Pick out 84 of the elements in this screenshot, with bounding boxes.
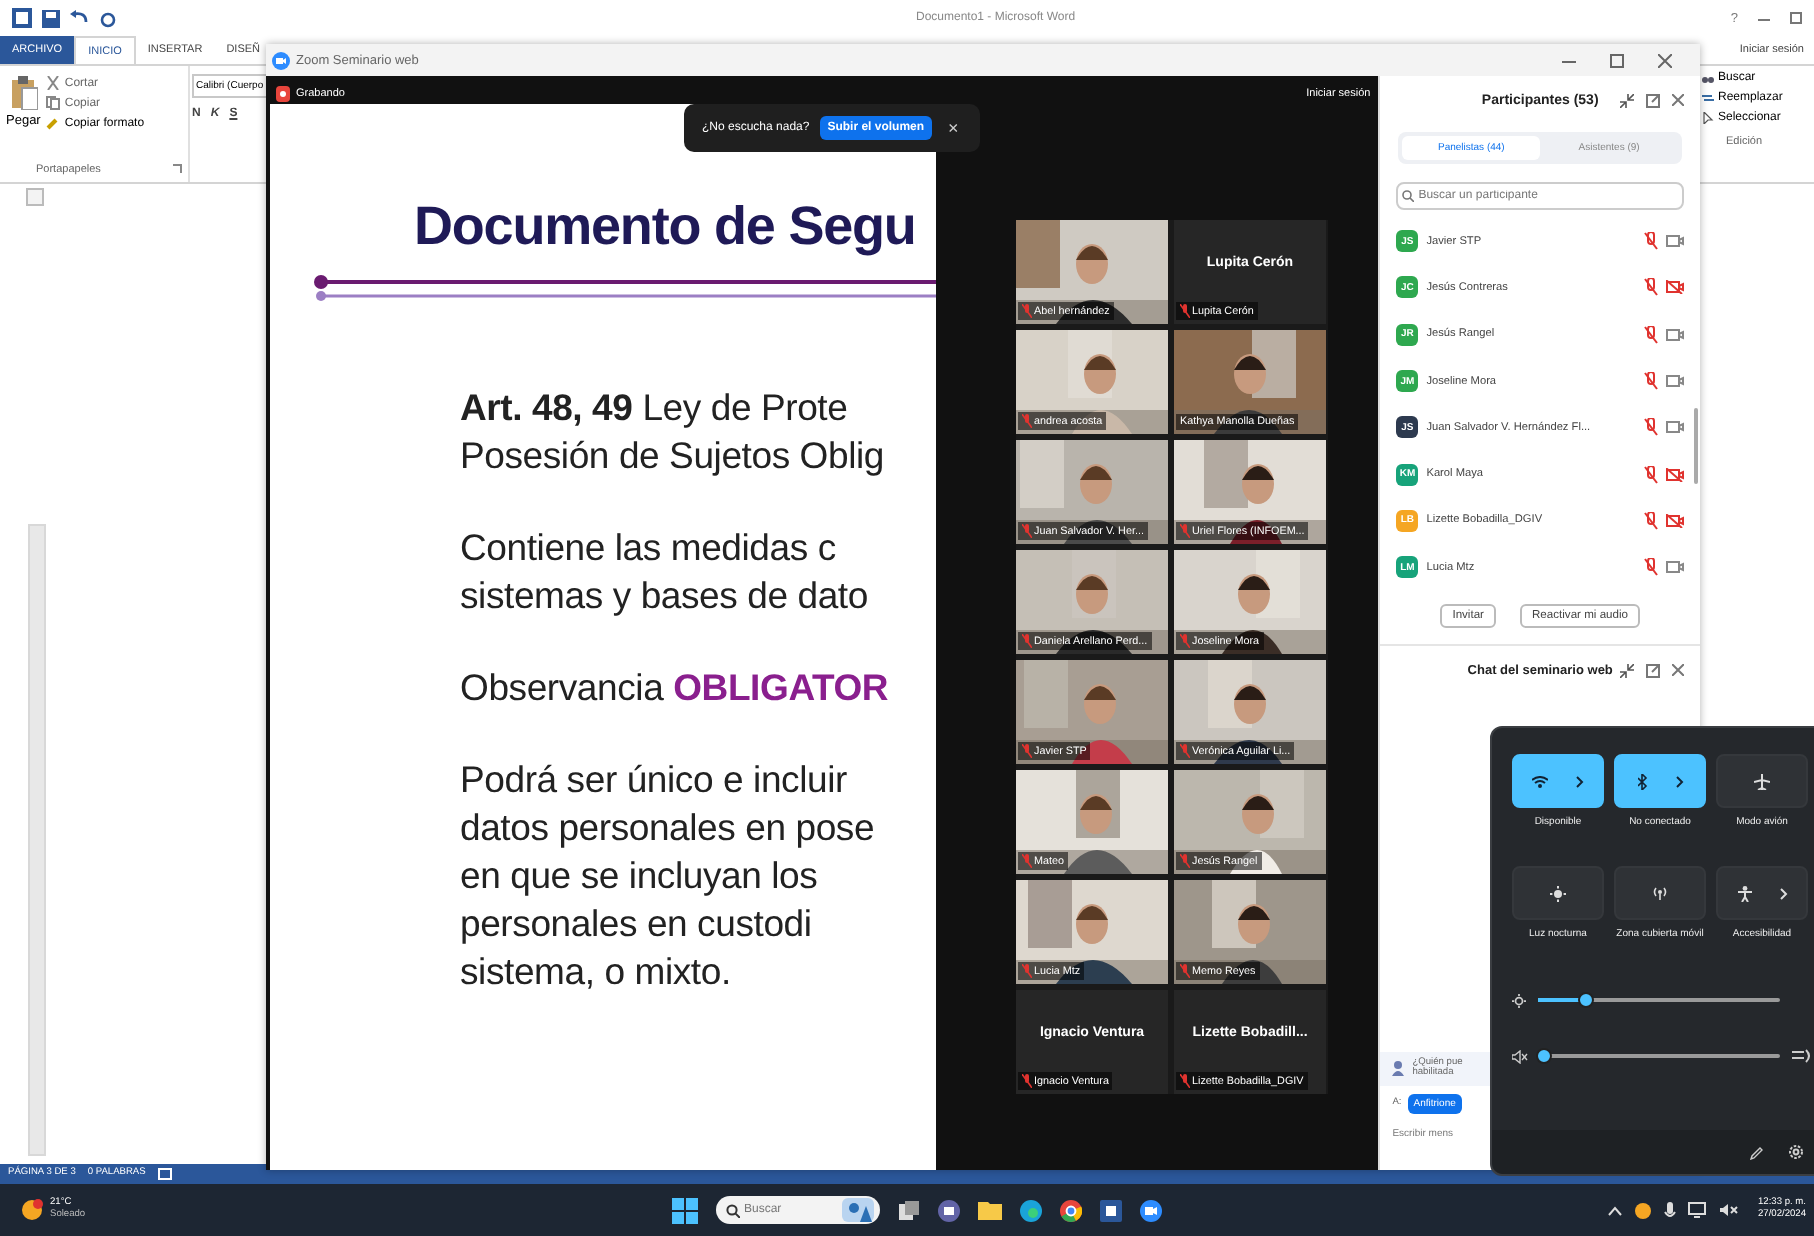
muted-mic-icon[interactable] xyxy=(1644,418,1658,437)
camera-icon[interactable] xyxy=(1666,327,1684,342)
speaker-muted-icon xyxy=(1512,1049,1528,1063)
video-call-icon[interactable] xyxy=(938,1199,960,1221)
close-button[interactable]: × xyxy=(942,118,965,138)
quick-setting-toggle[interactable] xyxy=(1512,754,1604,808)
close-icon[interactable] xyxy=(1672,94,1684,106)
browser-icon[interactable] xyxy=(1020,1199,1042,1221)
collapse-icon[interactable] xyxy=(1620,93,1634,107)
maximize-icon[interactable] xyxy=(1790,12,1802,24)
copy-icon[interactable] xyxy=(46,96,61,110)
camera-off-icon[interactable] xyxy=(1666,280,1684,295)
muted-mic-icon[interactable] xyxy=(1644,372,1658,391)
muted-mic-icon[interactable] xyxy=(1644,558,1658,577)
quick-setting-toggle[interactable] xyxy=(1614,866,1706,920)
weather-icon[interactable] xyxy=(20,1198,44,1222)
slide-title: Documento de Segu xyxy=(414,196,916,258)
quick-setting-toggle[interactable] xyxy=(1716,866,1808,920)
folder-icon[interactable] xyxy=(978,1200,1002,1220)
hotspot-icon xyxy=(1652,886,1668,900)
speaker-muted-icon[interactable] xyxy=(1719,1202,1738,1218)
paste-icon[interactable] xyxy=(9,76,38,110)
save-icon[interactable] xyxy=(42,9,60,27)
search-highlight-icon xyxy=(842,1198,874,1222)
audio-output-icon[interactable] xyxy=(1792,1048,1812,1064)
ruler-toggle[interactable] xyxy=(26,188,44,206)
binoculars-icon[interactable] xyxy=(1702,72,1714,84)
wifi-icon xyxy=(1532,775,1548,787)
close-icon[interactable] xyxy=(1658,53,1672,67)
muted-mic-icon[interactable] xyxy=(1644,511,1658,530)
network-icon[interactable] xyxy=(1687,1202,1708,1218)
maximize-icon[interactable] xyxy=(1610,53,1624,67)
camera-icon[interactable] xyxy=(1666,374,1684,389)
start-icon[interactable] xyxy=(672,1197,698,1223)
camera-icon[interactable] xyxy=(1666,234,1684,249)
undo-icon[interactable] xyxy=(70,9,90,27)
accessibility-icon xyxy=(1737,885,1751,901)
popout-icon[interactable] xyxy=(1646,663,1660,678)
muted-mic-icon[interactable] xyxy=(1644,278,1658,297)
camera-off-icon[interactable] xyxy=(1666,513,1684,528)
airplane-icon xyxy=(1754,773,1770,789)
microphone-icon[interactable] xyxy=(1663,1201,1676,1219)
bluetooth-icon xyxy=(1637,773,1647,789)
muted-mic-icon[interactable] xyxy=(1644,325,1658,344)
chevron-right-icon xyxy=(1576,775,1584,787)
slide-text: Posesión de Sujetos Oblig xyxy=(460,432,886,480)
muted-mic-icon[interactable] xyxy=(1644,232,1658,251)
muted-mic-icon[interactable] xyxy=(1644,465,1658,484)
search-icon xyxy=(1402,190,1415,202)
camera-icon[interactable] xyxy=(1666,560,1684,575)
chevron-up-icon[interactable] xyxy=(1607,1205,1622,1215)
slide-text: sistemas y bases de dato xyxy=(460,572,870,620)
popout-icon[interactable] xyxy=(1646,93,1660,107)
slide-text: Podrá ser único e incluir xyxy=(460,756,849,804)
replace-icon[interactable] xyxy=(1702,92,1714,104)
settings-icon[interactable] xyxy=(1788,1144,1804,1160)
dialog-launcher-icon[interactable] xyxy=(172,164,182,174)
scissors-icon[interactable] xyxy=(46,76,61,90)
video-app-icon[interactable] xyxy=(1140,1199,1162,1221)
slide-text: Contiene las medidas c xyxy=(460,524,838,572)
quick-setting-toggle[interactable] xyxy=(1614,754,1706,808)
slide-text: datos personales en pose xyxy=(460,804,877,852)
camera-icon[interactable] xyxy=(1666,420,1684,435)
quick-setting-toggle[interactable] xyxy=(1512,866,1604,920)
chrome-icon[interactable] xyxy=(1060,1199,1082,1221)
slide-text: en que se incluyan los xyxy=(460,852,820,900)
camera-off-icon[interactable] xyxy=(1666,467,1684,482)
task-view-icon[interactable] xyxy=(898,1199,920,1221)
people-icon xyxy=(1392,1060,1407,1077)
collapse-icon[interactable] xyxy=(1620,663,1634,678)
chevron-right-icon xyxy=(1779,887,1787,899)
cursor-icon[interactable] xyxy=(1702,112,1714,124)
brightness-icon xyxy=(1512,993,1526,1007)
zoom-logo-icon xyxy=(272,51,290,69)
search-icon xyxy=(726,1203,740,1217)
pencil-icon[interactable] xyxy=(1750,1145,1764,1159)
slide-text: personales en custodi xyxy=(460,900,814,948)
brightness-icon xyxy=(1550,885,1566,901)
slide-text: sistema, o mixto. xyxy=(460,948,733,996)
close-icon[interactable] xyxy=(1672,664,1684,677)
slide-text: Art. 48, 49 Ley de Prote xyxy=(460,384,850,432)
chevron-right-icon xyxy=(1675,775,1683,787)
slide-text: Observancia OBLIGATOR xyxy=(460,664,889,712)
quick-setting-toggle[interactable] xyxy=(1716,754,1808,808)
